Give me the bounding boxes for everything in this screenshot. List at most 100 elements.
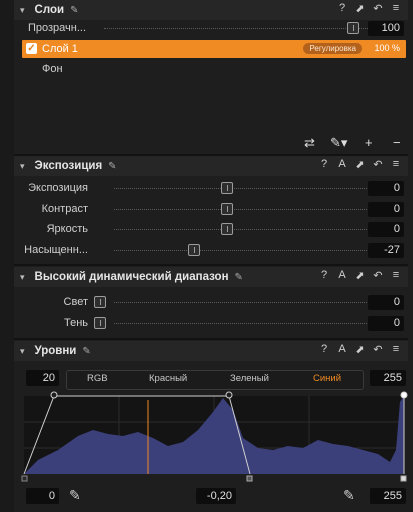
edit-pen-icon[interactable]: ✎: [235, 272, 243, 283]
tab-red[interactable]: Красный: [149, 373, 187, 384]
reset-icon[interactable]: ↶: [372, 2, 384, 15]
saturation-label: Насыщенн...: [24, 244, 88, 256]
white-eyedropper-icon[interactable]: ✎: [343, 487, 355, 504]
layers-header[interactable]: ▾ Слои ✎ ? ⬈ ↶ ≡: [14, 0, 408, 20]
input-high-field[interactable]: 255: [370, 370, 406, 386]
opacity-value[interactable]: 100: [368, 21, 404, 36]
popout-icon[interactable]: ⬈: [354, 2, 366, 15]
levels-histogram[interactable]: [18, 390, 410, 490]
highlights-track[interactable]: [114, 302, 369, 303]
brush-icon[interactable]: ✎▾: [330, 135, 347, 151]
contrast-row: Контраст 0: [14, 200, 408, 220]
output-high-field[interactable]: 255: [370, 488, 406, 504]
shadows-label: Тень: [63, 317, 88, 329]
midtone-handle[interactable]: [246, 475, 253, 482]
mid-input-handle[interactable]: [225, 391, 233, 399]
edit-pen-icon[interactable]: ✎: [70, 5, 78, 16]
exposure-label: Экспозиция: [28, 182, 88, 194]
channel-tabs: RGB Красный Зеленый Синий: [66, 370, 364, 390]
contrast-knob[interactable]: [221, 203, 233, 215]
white-output-handle[interactable]: [400, 475, 407, 482]
midtone-field[interactable]: -0,20: [196, 488, 236, 504]
divider: [14, 338, 408, 340]
reset-icon[interactable]: ↶: [372, 158, 384, 171]
highlights-label: Свет: [63, 296, 88, 308]
layer-item-background[interactable]: Фон: [42, 63, 63, 75]
reset-icon[interactable]: ↶: [372, 343, 384, 356]
opacity-knob[interactable]: [347, 22, 359, 34]
auto-icon[interactable]: A: [336, 343, 348, 356]
exposure-track[interactable]: [114, 188, 369, 189]
brightness-knob[interactable]: [221, 223, 233, 235]
black-output-handle[interactable]: [21, 475, 28, 482]
exposure-row: Экспозиция 0: [14, 179, 408, 199]
levels-title: Уровни: [34, 345, 77, 357]
opacity-track[interactable]: [104, 28, 374, 29]
tab-blue[interactable]: Синий: [313, 373, 341, 384]
white-input-handle[interactable]: [400, 391, 408, 399]
auto-icon[interactable]: A: [336, 269, 348, 282]
add-icon[interactable]: +: [365, 135, 373, 150]
hdr-header[interactable]: ▾ Высокий динамический диапазон ✎ ? A ⬈ …: [14, 267, 408, 287]
opacity-row: Прозрачн... 100: [14, 19, 408, 39]
collapse-caret-icon[interactable]: ▾: [20, 346, 25, 357]
layer-visibility-checkbox[interactable]: ✓: [26, 43, 37, 54]
layers-title: Слои: [34, 4, 65, 16]
contrast-label: Контраст: [41, 203, 88, 215]
shadows-knob[interactable]: [94, 317, 106, 329]
exposure-title: Экспозиция: [34, 160, 103, 172]
remove-icon[interactable]: −: [393, 135, 401, 150]
collapse-caret-icon[interactable]: ▾: [20, 272, 25, 283]
sliders-icon[interactable]: ⇄: [304, 135, 315, 151]
popout-icon[interactable]: ⬈: [354, 269, 366, 282]
reset-icon[interactable]: ↶: [372, 269, 384, 282]
left-edge: [0, 0, 14, 512]
contrast-value[interactable]: 0: [368, 202, 404, 217]
adjustment-badge: Регулировка: [303, 43, 362, 54]
highlights-value[interactable]: 0: [368, 295, 404, 310]
help-icon[interactable]: ?: [318, 269, 330, 282]
saturation-value[interactable]: -27: [368, 243, 404, 258]
saturation-knob[interactable]: [188, 244, 200, 256]
tab-rgb[interactable]: RGB: [87, 373, 108, 384]
menu-icon[interactable]: ≡: [390, 2, 402, 15]
black-input-handle[interactable]: [50, 391, 58, 399]
menu-icon[interactable]: ≡: [390, 269, 402, 282]
layer-item-selected[interactable]: ✓ Слой 1 Регулировка 100 %: [22, 40, 406, 58]
layers-header-icons: ? ⬈ ↶ ≡: [336, 2, 402, 15]
help-icon[interactable]: ?: [318, 343, 330, 356]
edit-pen-icon[interactable]: ✎: [82, 346, 90, 357]
levels-header-icons: ? A ⬈ ↶ ≡: [318, 343, 402, 356]
exposure-knob[interactable]: [221, 182, 233, 194]
divider: [14, 264, 408, 266]
opacity-label: Прозрачн...: [28, 22, 87, 34]
exposure-header[interactable]: ▾ Экспозиция ✎ ? A ⬈ ↶ ≡: [14, 156, 408, 176]
brightness-row: Яркость 0: [14, 220, 408, 240]
input-low-field[interactable]: 20: [26, 370, 59, 386]
auto-icon[interactable]: A: [336, 158, 348, 171]
brightness-track[interactable]: [114, 229, 369, 230]
collapse-caret-icon[interactable]: ▾: [20, 5, 25, 16]
saturation-track[interactable]: [114, 250, 369, 251]
popout-icon[interactable]: ⬈: [354, 158, 366, 171]
menu-icon[interactable]: ≡: [390, 158, 402, 171]
layer-name: Слой 1: [42, 43, 78, 55]
tab-green[interactable]: Зеленый: [230, 373, 269, 384]
brightness-value[interactable]: 0: [368, 222, 404, 237]
edit-pen-icon[interactable]: ✎: [108, 161, 116, 172]
levels-header[interactable]: ▾ Уровни ✎ ? A ⬈ ↶ ≡: [14, 341, 408, 361]
highlights-knob[interactable]: [94, 296, 106, 308]
shadows-track[interactable]: [114, 323, 369, 324]
exposure-header-icons: ? A ⬈ ↶ ≡: [318, 158, 402, 171]
menu-icon[interactable]: ≡: [390, 343, 402, 356]
exposure-value[interactable]: 0: [368, 181, 404, 196]
shadows-value[interactable]: 0: [368, 316, 404, 331]
black-eyedropper-icon[interactable]: ✎: [69, 487, 81, 504]
output-low-field[interactable]: 0: [26, 488, 59, 504]
help-icon[interactable]: ?: [318, 158, 330, 171]
contrast-track[interactable]: [114, 209, 369, 210]
hdr-title: Высокий динамический диапазон: [34, 271, 229, 283]
popout-icon[interactable]: ⬈: [354, 343, 366, 356]
collapse-caret-icon[interactable]: ▾: [20, 161, 25, 172]
help-icon[interactable]: ?: [336, 2, 348, 15]
